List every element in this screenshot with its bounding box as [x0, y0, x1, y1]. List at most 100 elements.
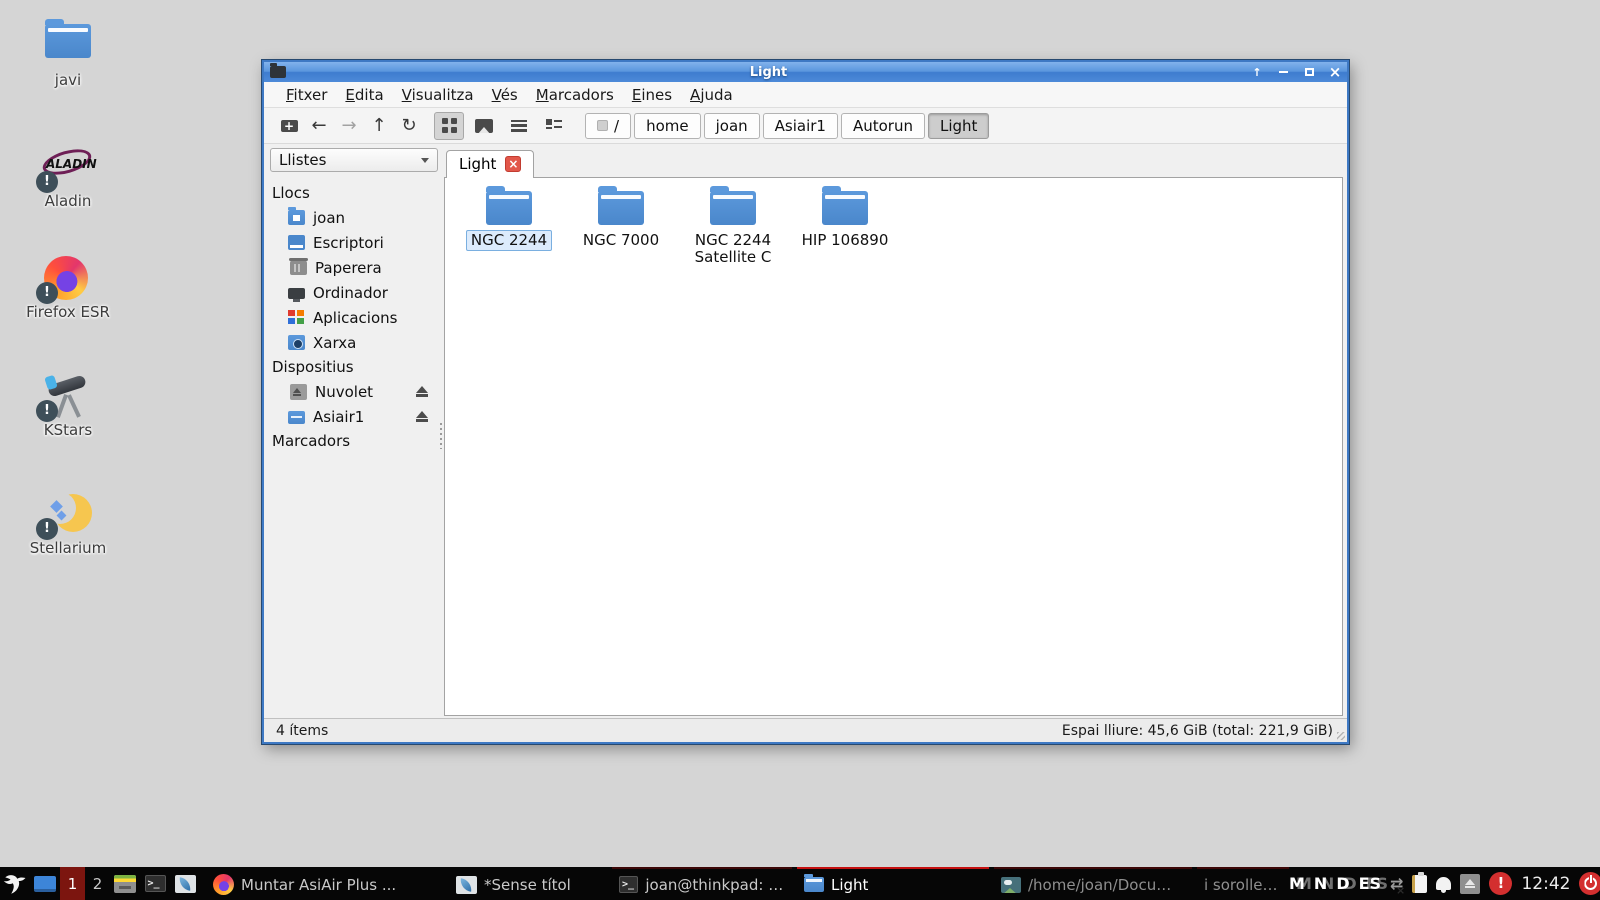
file-view[interactable]: NGC 2244 NGC 7000 NGC 2244 Satellite C H… — [444, 177, 1343, 716]
applications-icon — [288, 310, 305, 325]
tray-letter-n[interactable]: N — [1314, 874, 1327, 893]
sidebar-item-paperera[interactable]: Paperera — [270, 255, 438, 280]
sidebar-item-aplicacions[interactable]: Aplicacions — [270, 305, 438, 330]
forward-button[interactable]: → — [334, 112, 364, 139]
desktop-icon-stellarium[interactable]: ! Stellarium — [0, 492, 136, 557]
sidebar-item-ordinador[interactable]: Ordinador — [270, 280, 438, 305]
bird-logo-icon — [3, 872, 27, 896]
tab-light[interactable]: Light × — [446, 150, 534, 178]
workspace-1[interactable]: 1 — [60, 867, 85, 900]
free-space: Espai lliure: 45,6 GiB (total: 221,9 GiB… — [1062, 723, 1333, 739]
file-item-ngc2244[interactable]: NGC 2244 — [453, 191, 565, 251]
path-root-button[interactable]: / — [585, 113, 631, 139]
network-status-icon[interactable]: ⇄ — [1390, 874, 1403, 893]
desktop-icon-label: javi — [0, 71, 136, 89]
tray-letter-d[interactable]: D — [1336, 874, 1349, 893]
folder-icon — [804, 877, 824, 892]
task-terminal-joan[interactable]: >_ joan@thinkpad: ~/... — [612, 867, 792, 900]
eject-tray-icon[interactable] — [1460, 874, 1480, 894]
clock[interactable]: 12:42 — [1521, 874, 1570, 894]
system-tray: M N D ES ⇄ ! 12:42 — [1289, 867, 1600, 900]
shade-window-button[interactable]: ↑ — [1251, 66, 1263, 78]
window-titlebar[interactable]: Light ↑ × — [264, 62, 1347, 82]
path-asiair1-button[interactable]: Asiair1 — [763, 113, 838, 139]
compact-view-icon — [546, 119, 562, 132]
back-button[interactable]: ← — [304, 112, 334, 139]
folder-icon — [44, 24, 92, 68]
close-button[interactable]: × — [1329, 66, 1341, 78]
list-view-button[interactable] — [504, 112, 534, 140]
taskbar: 1 2 >_ Muntar AsiAir Plus ... *Sense tít… — [0, 867, 1600, 900]
menu-fitxer[interactable]: Fitxer — [277, 83, 336, 107]
desktop-icon-aladin[interactable]: ALADIN ! Aladin — [0, 145, 136, 210]
file-manager-launcher[interactable] — [110, 867, 140, 900]
eject-button[interactable] — [416, 411, 428, 422]
compact-view-button[interactable] — [539, 112, 569, 140]
new-tab-button[interactable] — [274, 112, 304, 139]
menu-edita[interactable]: Edita — [336, 83, 392, 107]
folder-icon — [598, 191, 644, 225]
menu-marcadors[interactable]: Marcadors — [527, 83, 623, 107]
task-sorollet[interactable]: i sorollet... — [1197, 867, 1289, 900]
file-item-hip106890[interactable]: HIP 106890 — [789, 191, 901, 251]
clipboard-icon[interactable] — [1412, 875, 1427, 893]
updates-warning-icon[interactable]: ! — [1489, 872, 1512, 895]
desktop-icon-firefox[interactable]: ! Firefox ESR — [0, 256, 136, 321]
task-muntar-asiair[interactable]: Muntar AsiAir Plus ... — [206, 867, 444, 900]
show-desktop-button[interactable] — [30, 867, 60, 900]
path-light-button[interactable]: Light — [928, 113, 989, 139]
path-home-button[interactable]: home — [634, 113, 701, 139]
up-button[interactable]: ↑ — [364, 112, 394, 139]
minimize-button[interactable] — [1277, 66, 1289, 78]
desktop-icon-label: Firefox ESR — [0, 303, 136, 321]
menu-bar: Fitxer Edita Visualitza Vés Marcadors Ei… — [264, 82, 1347, 108]
menu-launcher[interactable] — [0, 867, 30, 900]
icon-view-button[interactable] — [434, 112, 464, 140]
bookmarks-section-header: Marcadors — [270, 429, 438, 453]
sidebar-item-escriptori[interactable]: Escriptori — [270, 230, 438, 255]
terminal-launcher[interactable]: >_ — [140, 867, 170, 900]
folder-icon — [822, 191, 868, 225]
path-joan-button[interactable]: joan — [704, 113, 760, 139]
aladin-icon: ALADIN ! — [44, 145, 92, 189]
tab-close-button[interactable]: × — [505, 156, 521, 172]
menu-visualitza[interactable]: Visualitza — [393, 83, 483, 107]
sidebar-item-joan[interactable]: joan — [270, 205, 438, 230]
desktop-icon-label: Aladin — [0, 192, 136, 210]
sidebar-item-nuvolet[interactable]: Nuvolet — [270, 379, 438, 404]
menu-ves[interactable]: Vés — [483, 83, 527, 107]
text-editor-launcher[interactable] — [170, 867, 200, 900]
task-sense-titol[interactable]: *Sense títol — [449, 867, 607, 900]
sidebar-item-asiair1[interactable]: Asiair1 — [270, 404, 438, 429]
file-item-ngc7000[interactable]: NGC 7000 — [565, 191, 677, 251]
reload-button[interactable]: ↻ — [394, 112, 424, 139]
file-item-ngc2244-satellite-c[interactable]: NGC 2244 Satellite C — [677, 191, 789, 268]
desktop-icon-kstars[interactable]: ! KStars — [0, 374, 136, 439]
file-label: NGC 7000 — [578, 230, 664, 251]
status-bar: 4 ítems Espai lliure: 45,6 GiB (total: 2… — [264, 718, 1347, 742]
menu-ajuda[interactable]: Ajuda — [681, 83, 742, 107]
thumbnail-view-button[interactable] — [469, 112, 499, 140]
terminal-icon: >_ — [619, 876, 638, 893]
chevron-down-icon — [421, 158, 429, 163]
desktop-screen-icon — [34, 876, 56, 892]
keyboard-layout-indicator[interactable]: ES — [1359, 874, 1381, 893]
power-button[interactable] — [1579, 872, 1600, 895]
network-icon — [288, 335, 305, 350]
maximize-button[interactable] — [1303, 66, 1315, 78]
task-image-viewer[interactable]: /home/joan/Docum... — [994, 867, 1192, 900]
workspace-2[interactable]: 2 — [85, 867, 110, 900]
pane-splitter[interactable] — [438, 148, 444, 718]
menu-eines[interactable]: Eines — [623, 83, 681, 107]
notification-bell-icon[interactable] — [1436, 877, 1451, 890]
path-autorun-button[interactable]: Autorun — [841, 113, 925, 139]
tray-letter-m[interactable]: M — [1289, 874, 1305, 893]
side-pane-mode-select[interactable]: Llistes — [270, 148, 438, 172]
thumbnail-view-icon — [475, 119, 493, 133]
eject-button[interactable] — [416, 386, 428, 397]
firefox-icon — [213, 874, 234, 895]
task-light[interactable]: Light — [797, 867, 989, 900]
desktop-icon-javi[interactable]: javi — [0, 24, 136, 89]
path-bar: / home joan Asiair1 Autorun Light — [585, 113, 989, 139]
sidebar-item-xarxa[interactable]: Xarxa — [270, 330, 438, 355]
